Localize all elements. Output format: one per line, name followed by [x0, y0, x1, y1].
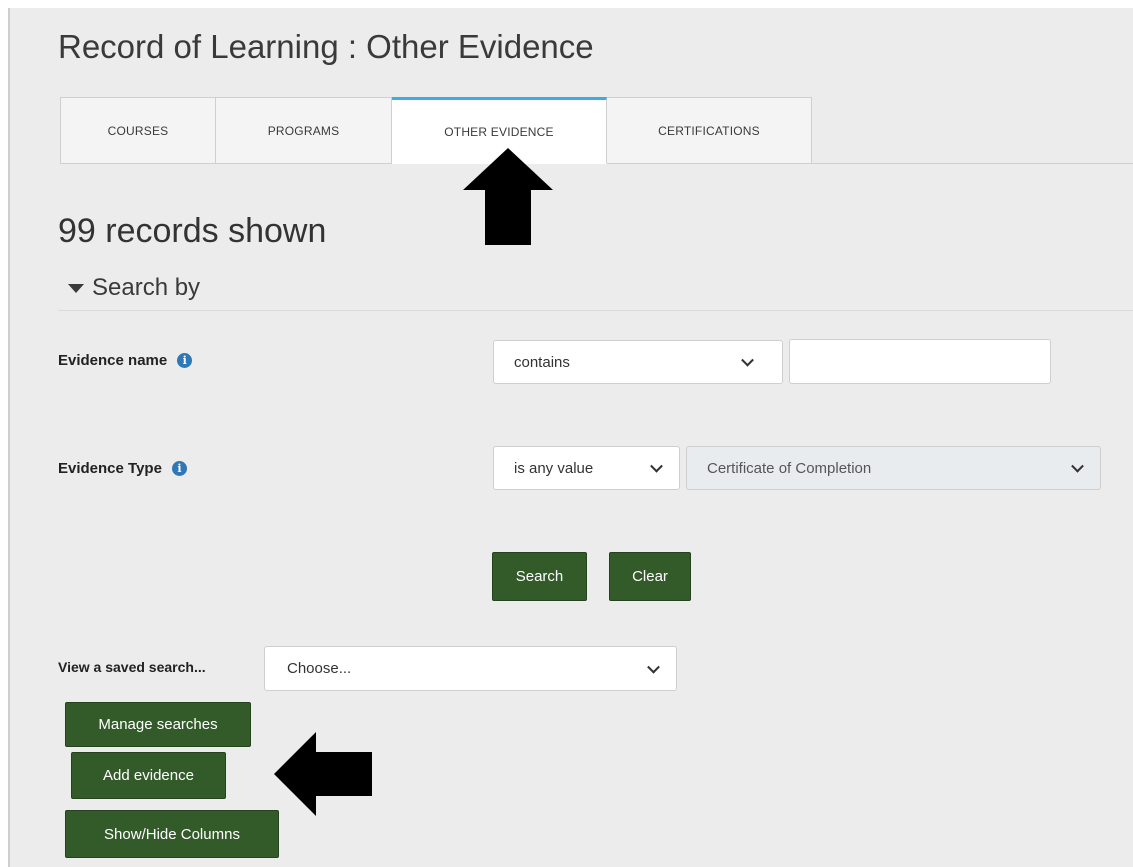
evidence-type-value: Certificate of Completion: [707, 459, 872, 477]
search-by-toggle[interactable]: Search by: [68, 274, 200, 302]
divider: [58, 310, 1133, 311]
tab-courses[interactable]: COURSES: [60, 97, 216, 164]
caret-down-icon: [68, 283, 84, 293]
evidence-type-operator-value: is any value: [514, 459, 594, 477]
evidence-type-label-text: Evidence Type: [58, 460, 162, 477]
tab-programs[interactable]: PROGRAMS: [216, 97, 392, 164]
evidence-type-operator-select[interactable]: is any value: [493, 446, 680, 490]
evidence-type-label: Evidence Type i: [58, 460, 187, 477]
info-icon[interactable]: i: [177, 353, 193, 368]
saved-search-select[interactable]: Choose...: [264, 646, 677, 691]
clear-button[interactable]: Clear: [609, 552, 691, 601]
tab-certifications[interactable]: CERTIFICATIONS: [607, 97, 812, 164]
chevron-down-icon: [741, 353, 754, 367]
search-by-label: Search by: [92, 274, 201, 301]
evidence-name-operator-select[interactable]: contains: [493, 340, 783, 384]
manage-searches-button[interactable]: Manage searches: [65, 702, 251, 747]
chevron-down-icon: [647, 660, 660, 674]
arrow-left-icon: [274, 732, 316, 816]
records-count: 99 records shown: [58, 212, 327, 250]
chevron-down-icon: [650, 459, 663, 473]
evidence-name-operator-value: contains: [514, 353, 570, 371]
arrow-up-icon-shaft: [485, 188, 531, 245]
saved-search-label: View a saved search...: [58, 659, 206, 675]
search-button[interactable]: Search: [492, 552, 587, 601]
tab-divider: [812, 163, 1133, 164]
add-evidence-button[interactable]: Add evidence: [71, 752, 226, 799]
arrow-up-icon: [463, 148, 553, 190]
page-title: Record of Learning : Other Evidence: [58, 28, 594, 65]
chevron-down-icon: [1071, 459, 1084, 473]
info-icon[interactable]: i: [171, 461, 187, 476]
show-hide-columns-button[interactable]: Show/Hide Columns: [65, 810, 279, 858]
evidence-name-input[interactable]: [789, 339, 1051, 384]
evidence-name-label: Evidence name i: [58, 352, 193, 369]
saved-search-value: Choose...: [287, 660, 352, 677]
evidence-name-label-text: Evidence name: [58, 352, 168, 369]
tab-bar: COURSES PROGRAMS OTHER EVIDENCE CERTIFIC…: [60, 97, 812, 164]
arrow-left-icon-shaft: [315, 752, 372, 796]
evidence-type-value-select: Certificate of Completion: [686, 446, 1101, 490]
